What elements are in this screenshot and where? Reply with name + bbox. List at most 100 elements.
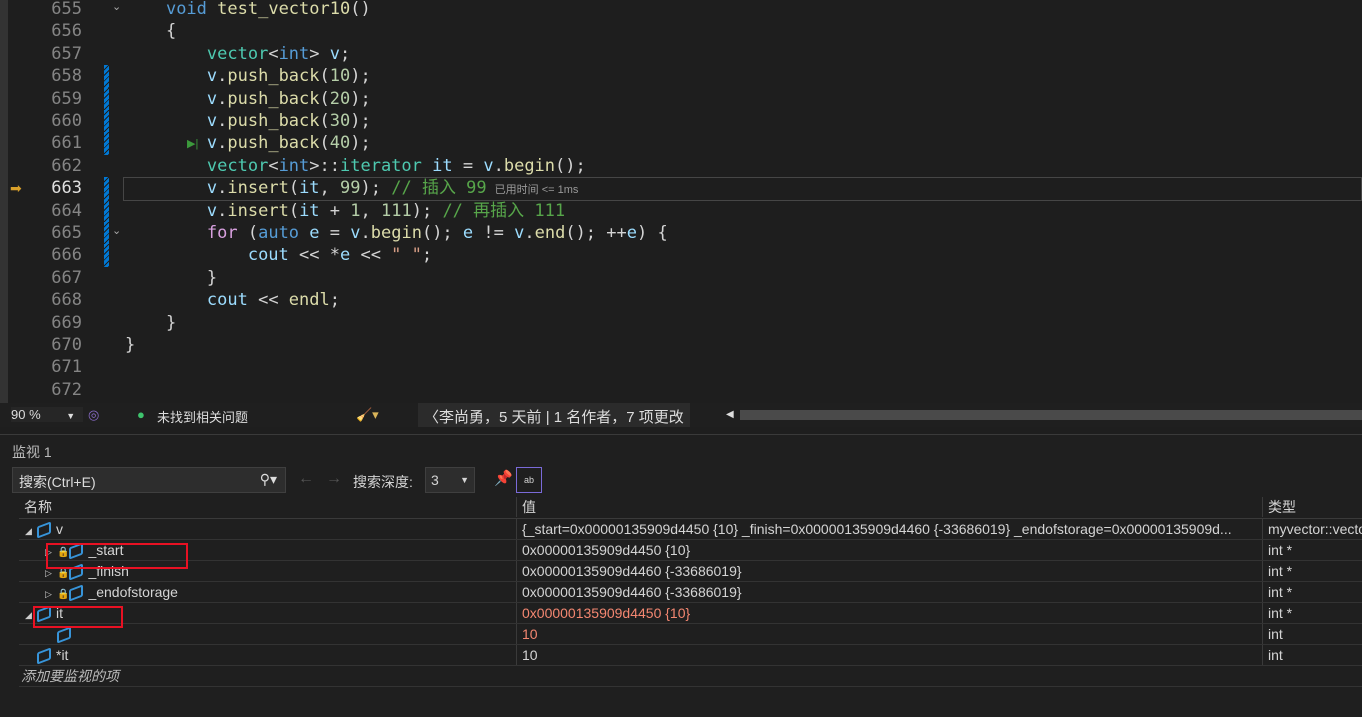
watch-row[interactable]: ◢ it 0x00000135909d4450 {10} int *	[19, 603, 1362, 624]
code-token: .	[217, 66, 228, 87]
code-line[interactable]: 657 vector<int> v;	[0, 43, 1362, 65]
code-line[interactable]: 664 v.insert(it + 1, 111); // 再插入 111	[0, 199, 1362, 222]
code-token: ;	[329, 290, 340, 311]
column-header-value[interactable]: 值	[516, 497, 1262, 517]
code-line[interactable]: 662 vector<int>::iterator it = v.begin()…	[0, 155, 1362, 177]
watch-row[interactable]: ▷ 🔒 _start 0x00000135909d4450 {10} int *	[19, 540, 1362, 561]
issues-status[interactable]: 未找到相关问题	[157, 407, 248, 426]
code-line[interactable]: 663 v.insert(it, 99); // 插入 99 已用时间 <= 1m…	[0, 177, 1362, 200]
add-watch-row[interactable]: 添加要监视的项	[19, 666, 1362, 687]
search-icon[interactable]: ⚲▾	[260, 471, 277, 488]
watch-value[interactable]: 0x00000135909d4450 {10}	[516, 540, 1262, 560]
watch-value[interactable]: {_start=0x00000135909d4450 {10} _finish=…	[516, 519, 1262, 539]
watch-value[interactable]: 0x00000135909d4450 {10}	[516, 603, 1262, 623]
code-line[interactable]: 665 for (auto e = v.begin(); e != v.end(…	[0, 222, 1362, 245]
git-blame[interactable]: 〈李尚勇，5 天前 | 1 名作者，7 项更改	[418, 403, 690, 427]
code-token: begin	[503, 155, 556, 176]
code-text: v.insert(it + 1, 111); // 再插入 111	[125, 200, 565, 222]
forward-arrow-icon[interactable]: →	[326, 470, 342, 488]
watch-value[interactable]: 10	[516, 624, 1262, 644]
collapse-icon[interactable]: ⌄	[112, 0, 121, 13]
watch-name[interactable]: _endofstorage	[88, 584, 178, 600]
code-line[interactable]: 666 cout << *e << " ";	[0, 244, 1362, 267]
line-number: 659	[51, 88, 82, 109]
code-token: .	[524, 223, 535, 243]
watch-row[interactable]: ▷ 🔒 _endofstorage 0x00000135909d4460 {-3368…	[19, 582, 1362, 603]
chevron-down-icon: ▼	[460, 475, 469, 485]
code-line[interactable]: 661 v.push_back(40);	[0, 132, 1362, 155]
change-marker	[104, 199, 109, 222]
code-token: e	[339, 245, 351, 266]
code-token: ();	[421, 223, 463, 243]
watch-value[interactable]: 0x00000135909d4460 {-33686019}	[516, 561, 1262, 581]
code-line[interactable]: 656 {	[0, 20, 1362, 42]
column-header-name[interactable]: 名称	[19, 497, 516, 517]
view-hex-toggle-icon[interactable]: ab	[516, 467, 542, 493]
code-line[interactable]: 672	[0, 379, 1362, 401]
code-token: 30	[329, 111, 351, 131]
watch-value[interactable]: 10	[516, 645, 1262, 665]
code-token: it	[432, 155, 453, 176]
search-depth-dropdown[interactable]: 3 ▼	[425, 467, 475, 493]
code-token: cout	[206, 290, 248, 311]
code-line[interactable]: 671	[0, 356, 1362, 378]
horizontal-scrollbar[interactable]	[740, 410, 1362, 420]
code-text: {	[125, 20, 176, 42]
collapse-icon[interactable]: ⌄	[112, 224, 121, 237]
zoom-dropdown[interactable]: 90 % ▼	[11, 407, 83, 422]
code-line[interactable]: 660 v.push_back(30);	[0, 110, 1362, 133]
copilot-icon[interactable]: ◎	[88, 407, 99, 423]
code-line[interactable]: 667 }	[0, 267, 1362, 289]
code-token: ;	[340, 43, 351, 64]
code-line[interactable]: 668 cout << endl;	[0, 289, 1362, 311]
code-token: for	[206, 223, 238, 243]
code-token: cout	[247, 245, 289, 266]
line-number: 672	[51, 379, 82, 400]
code-token: 111	[381, 200, 412, 221]
code-token: );	[350, 88, 371, 109]
line-number: 664	[51, 200, 82, 221]
code-line[interactable]: 658 v.push_back(10);	[0, 65, 1362, 88]
code-token: v	[206, 111, 218, 131]
back-arrow-icon[interactable]: ←	[298, 470, 314, 488]
watch-row[interactable]: ◢ v {_start=0x00000135909d4450 {10} _finis…	[19, 519, 1362, 540]
watch-row[interactable]: ▷ 🔒 _finish 0x00000135909d4460 {-33686019} i…	[19, 561, 1362, 582]
expand-toggle-icon[interactable]: ▷	[45, 584, 57, 604]
scroll-left-icon[interactable]: ◀	[726, 409, 734, 420]
code-line[interactable]: 659 v.push_back(20);	[0, 87, 1362, 110]
cleanup-icon[interactable]: 🧹▾	[356, 407, 379, 423]
code-text: v.push_back(30);	[125, 110, 371, 132]
code-text: vector<int> v;	[125, 43, 350, 65]
code-token: test_vector10	[217, 0, 351, 19]
watch-value[interactable]: 0x00000135909d4460 {-33686019}	[516, 582, 1262, 602]
code-token: end	[534, 223, 566, 243]
code-token: (	[319, 111, 330, 131]
execution-pointer-icon: ➡	[10, 180, 22, 196]
code-token: 10	[329, 66, 351, 87]
expand-toggle-icon[interactable]: ◢	[25, 521, 37, 541]
editor-status-bar: 90 % ▼ ◎ ● 未找到相关问题 🧹▾ 〈李尚勇，5 天前 | 1 名作者，…	[0, 403, 1362, 427]
code-token: <	[268, 155, 279, 176]
code-token: +	[319, 200, 351, 221]
watch-row[interactable]: 10 int	[19, 624, 1362, 645]
pin-icon[interactable]: 📌	[494, 469, 513, 487]
run-to-click-icon[interactable]: ▶|	[187, 137, 198, 150]
code-line[interactable]: 655 void test_vector10()	[0, 0, 1362, 20]
code-token: insert	[227, 200, 289, 221]
code-line[interactable]: 670}	[0, 334, 1362, 356]
change-marker	[104, 177, 109, 200]
code-token: iterator	[340, 155, 422, 176]
code-token: .	[217, 111, 228, 131]
code-text: vector<int>::iterator it = v.begin();	[125, 155, 586, 177]
code-token: 20	[329, 88, 351, 109]
column-header-type[interactable]: 类型	[1262, 497, 1362, 517]
code-line[interactable]: 669 }	[0, 312, 1362, 334]
watch-row[interactable]: *it 10 int	[19, 645, 1362, 666]
watch-name[interactable]: v	[56, 521, 63, 537]
watch-name[interactable]: *it	[56, 647, 68, 663]
code-editor[interactable]: 655 void test_vector10() 656 {657 vector<…	[0, 0, 1362, 403]
search-input[interactable]: 搜索(Ctrl+E) ⚲▾	[12, 467, 286, 493]
